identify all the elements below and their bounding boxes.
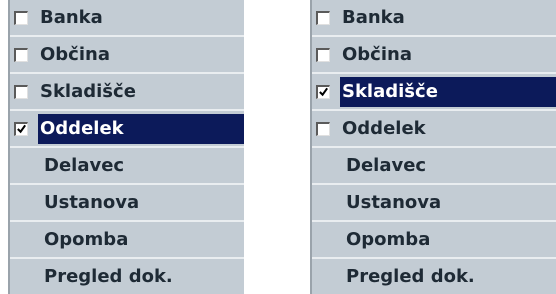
list-item-label: Občina [40,43,110,65]
list-item[interactable]: Oddelek [10,111,244,148]
checkbox[interactable] [14,84,28,99]
list-item-label: Banka [342,6,405,28]
list-item[interactable]: Oddelek [312,111,556,148]
list-item[interactable]: Občina [312,37,556,74]
checkbox[interactable] [316,47,330,62]
list-item-label: Oddelek [342,117,426,139]
list-item[interactable]: Delavec [10,148,244,185]
list-item-label: Delavec [346,154,427,176]
list-item-label: Delavec [44,154,125,176]
list-item-label: Opomba [346,228,431,250]
checked-checkbox[interactable] [14,121,28,136]
checkbox[interactable] [316,10,330,25]
list-item[interactable]: Ustanova [10,185,244,222]
checkbox[interactable] [316,121,330,136]
list-item[interactable]: Ustanova [312,185,556,222]
list-item[interactable]: Skladišče [10,74,244,111]
list-item[interactable]: Delavec [312,148,556,185]
checked-checkbox[interactable] [316,84,330,99]
list-item-label: Občina [342,43,412,65]
list-item[interactable]: Pregled dok. [10,259,244,294]
list-item-label: Skladišče [340,76,556,107]
checkmark-icon [319,87,328,97]
right-list-panel: Banka Občina Skladišče Oddelek Delavec Ustano… [310,0,556,294]
left-list-panel: Banka Občina Skladišče Oddelek Delavec Ustano… [8,0,244,294]
checkbox[interactable] [14,10,28,25]
list-item[interactable]: Banka [10,0,244,37]
list-item-label: Pregled dok. [346,265,475,287]
list-item[interactable]: Banka [312,0,556,37]
list-item[interactable]: Pregled dok. [312,259,556,294]
list-item[interactable]: Opomba [10,222,244,259]
list-item-label: Skladišče [40,80,136,102]
checkbox[interactable] [14,47,28,62]
list-item-label: Oddelek [38,113,244,144]
list-item[interactable]: Občina [10,37,244,74]
list-item[interactable]: Opomba [312,222,556,259]
list-item-label: Ustanova [44,191,140,213]
checkmark-icon [17,124,26,134]
list-item-label: Banka [40,6,103,28]
list-item-label: Opomba [44,228,129,250]
list-item-label: Ustanova [346,191,442,213]
list-item-label: Pregled dok. [44,265,173,287]
list-item[interactable]: Skladišče [312,74,556,111]
